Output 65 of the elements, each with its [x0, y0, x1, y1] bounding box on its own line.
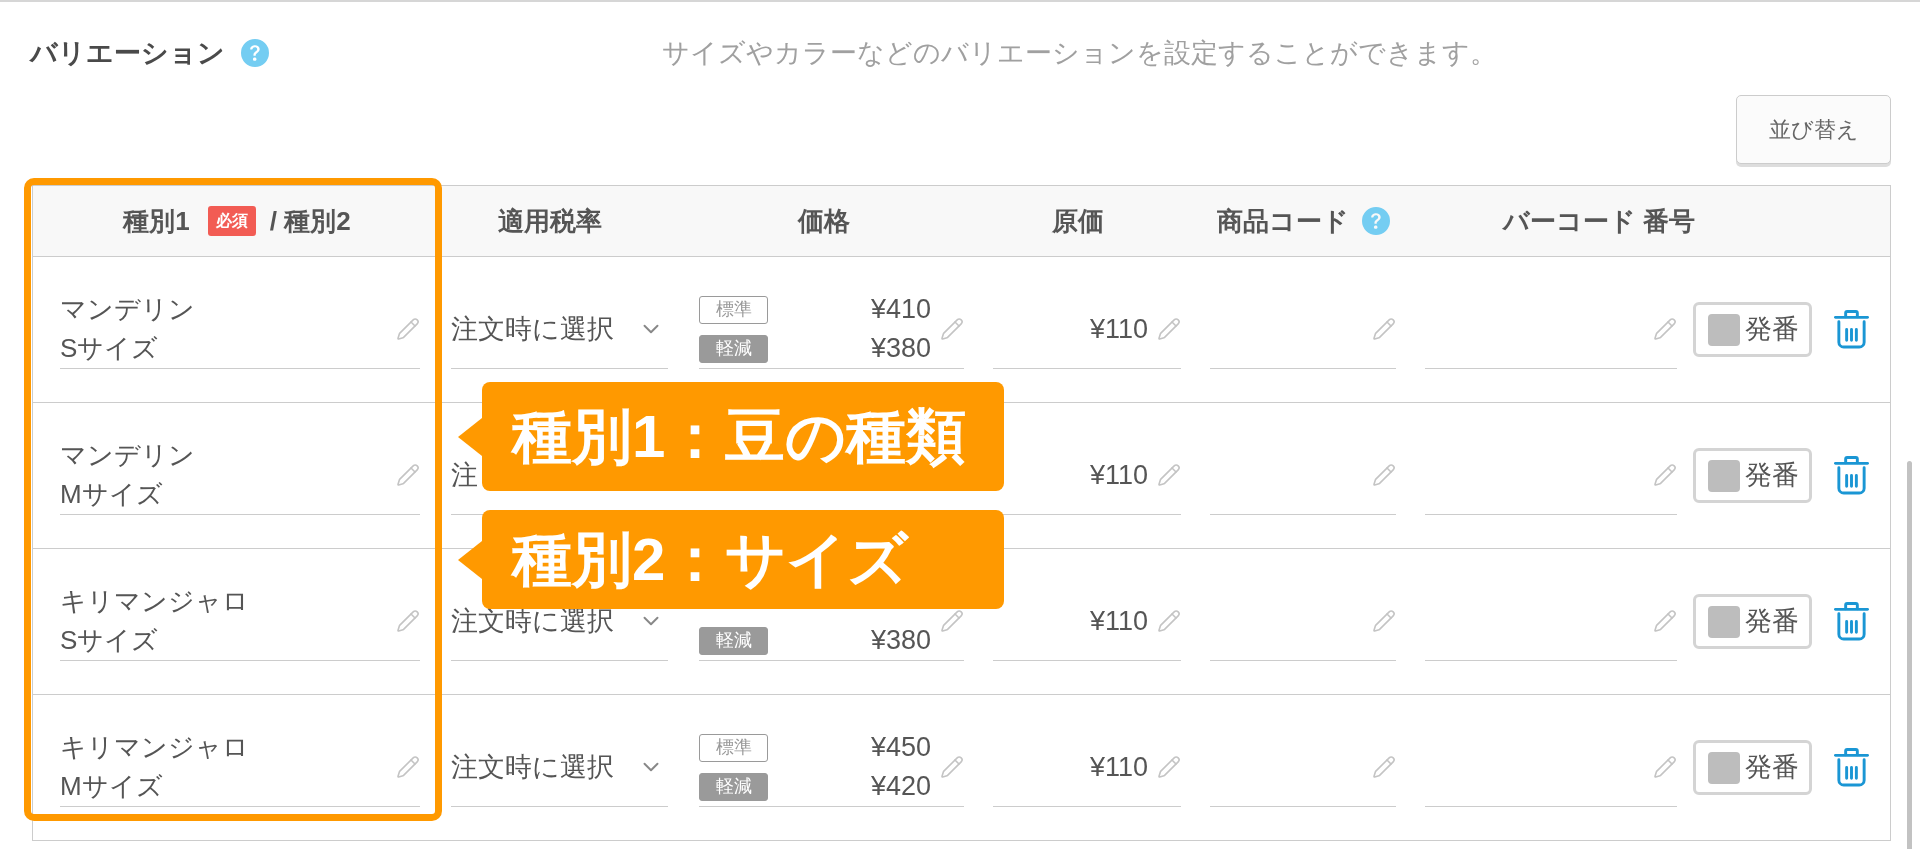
required-badge: 必須: [207, 206, 256, 236]
pencil-icon[interactable]: [1653, 755, 1677, 779]
column-header: 種別1: [123, 204, 190, 238]
pencil-icon[interactable]: [1157, 317, 1181, 341]
price-text: ¥450: [870, 731, 931, 764]
tax-select[interactable]: 注文時に選択: [451, 290, 668, 369]
pencil-icon[interactable]: [940, 609, 964, 633]
tax-rate-badge: 標準: [699, 733, 768, 762]
section-description: サイズやカラーなどのバリエーションを設定することができます。: [662, 36, 1497, 70]
tax-rate-badge: 軽減: [699, 334, 768, 363]
pencil-icon[interactable]: [1372, 317, 1396, 341]
checkbox[interactable]: [1708, 605, 1740, 638]
issue-number-button[interactable]: 発番: [1693, 740, 1812, 795]
pencil-icon[interactable]: [396, 609, 420, 633]
column-header: 価格: [797, 204, 850, 238]
column-header: 原価: [1052, 204, 1104, 238]
trash-icon[interactable]: [1834, 602, 1869, 641]
cost-field[interactable]: ¥110: [993, 290, 1181, 369]
checkbox[interactable]: [1708, 313, 1740, 346]
pencil-icon[interactable]: [1372, 609, 1396, 633]
section-title: バリエーション: [30, 37, 225, 70]
pencil-icon[interactable]: [1653, 317, 1677, 341]
pencil-icon[interactable]: [1157, 609, 1181, 633]
price-field[interactable]: 標準 ¥410 軽減 ¥380: [699, 290, 964, 369]
pencil-icon[interactable]: [940, 317, 964, 341]
variant-name-field[interactable]: キリマンジャロ Sサイズ: [60, 582, 420, 661]
issue-number-button[interactable]: 発番: [1693, 448, 1812, 503]
help-icon[interactable]: [1362, 207, 1390, 235]
column-header: / 種別2: [269, 204, 351, 238]
checkbox[interactable]: [1708, 751, 1740, 784]
cost-field[interactable]: ¥110: [993, 728, 1181, 807]
variant-name-field[interactable]: マンデリン Sサイズ: [60, 290, 420, 369]
checkbox[interactable]: [1708, 459, 1740, 492]
variant-name-field[interactable]: マンデリン Mサイズ: [60, 436, 420, 515]
pencil-icon[interactable]: [1157, 463, 1181, 487]
column-header: 商品コード: [1217, 204, 1349, 238]
tax-rate-badge: 標準: [699, 295, 768, 324]
pencil-icon[interactable]: [396, 755, 420, 779]
help-icon[interactable]: [241, 39, 269, 67]
tax-rate-badge: 軽減: [699, 626, 768, 655]
issue-number-button[interactable]: 発番: [1693, 302, 1812, 357]
price-text: ¥380: [870, 624, 931, 657]
sort-button[interactable]: 並び替え: [1736, 95, 1891, 164]
tax-select[interactable]: 注文時に選択: [451, 728, 668, 807]
pencil-icon[interactable]: [1372, 463, 1396, 487]
price-text: ¥410: [870, 293, 931, 326]
pencil-icon[interactable]: [1157, 755, 1181, 779]
scrollbar-thumb[interactable]: [1907, 461, 1912, 849]
pencil-icon[interactable]: [940, 755, 964, 779]
price-text: ¥420: [870, 770, 931, 803]
price-field[interactable]: 標準 ¥450 軽減 ¥420: [699, 728, 964, 807]
pencil-icon[interactable]: [1653, 609, 1677, 633]
pencil-icon[interactable]: [396, 463, 420, 487]
trash-icon[interactable]: [1834, 310, 1869, 349]
issue-number-button[interactable]: 発番: [1693, 594, 1812, 649]
pencil-icon[interactable]: [1372, 755, 1396, 779]
variant-name-field[interactable]: キリマンジャロ Mサイズ: [60, 728, 420, 807]
tax-rate-badge: 軽減: [699, 772, 768, 801]
pencil-icon[interactable]: [1653, 463, 1677, 487]
pencil-icon[interactable]: [396, 317, 420, 341]
trash-icon[interactable]: [1834, 748, 1869, 787]
trash-icon[interactable]: [1834, 456, 1869, 495]
column-header: バーコード 番号: [1502, 204, 1696, 238]
price-text: ¥380: [870, 332, 931, 365]
column-header: 適用税率: [498, 204, 602, 238]
